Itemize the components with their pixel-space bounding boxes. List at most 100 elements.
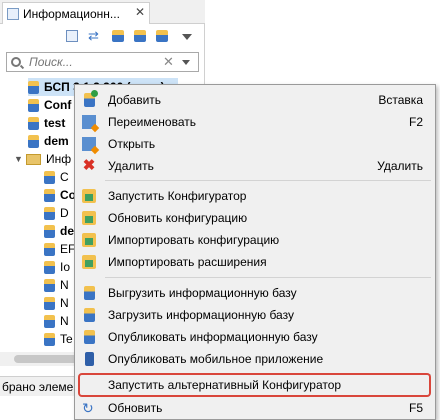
clear-search-icon[interactable]: ✕	[163, 54, 174, 70]
tree-item[interactable]: N	[44, 276, 69, 294]
tab-label: Информационн...	[23, 6, 120, 21]
database-icon	[28, 116, 39, 130]
menu-item-import-extensions[interactable]: Импортировать расширения	[75, 251, 435, 273]
menu-item-label: Обновить	[108, 401, 163, 415]
tree-item-label: de	[60, 224, 75, 238]
tree-item[interactable]: Io	[44, 258, 70, 276]
refresh-icon	[82, 401, 96, 415]
context-menu: Добавить Вставка Переименовать F2 Открыт…	[74, 84, 436, 420]
tree-item[interactable]: Te	[44, 330, 73, 348]
import-icon[interactable]	[134, 30, 146, 42]
tree-item[interactable]: EF	[44, 240, 75, 258]
tree-item-label: N	[60, 314, 69, 328]
mobile-app-icon	[85, 352, 94, 366]
database-icon	[44, 170, 55, 184]
database-icon	[44, 242, 55, 256]
menu-separator	[105, 180, 431, 181]
menu-item-label: Опубликовать мобильное приложение	[108, 352, 324, 366]
settings-database-icon[interactable]	[156, 30, 168, 42]
tree-item[interactable]: Co	[44, 186, 76, 204]
add-database-icon[interactable]	[112, 30, 124, 42]
tree-item-label: C	[60, 170, 69, 184]
database-icon	[44, 206, 55, 220]
close-icon[interactable]: ✕	[135, 5, 145, 19]
database-icon	[44, 278, 55, 292]
menu-item-export-infobase[interactable]: Выгрузить информационную базу	[75, 282, 435, 304]
database-icon	[44, 260, 55, 274]
search-field[interactable]: ✕	[6, 52, 199, 72]
export-infobase-icon	[84, 286, 95, 300]
tree-item-label: Инф	[46, 152, 72, 166]
infobase-tab-icon	[7, 7, 19, 20]
menu-item-label: Обновить конфигурацию	[108, 211, 248, 225]
tree-item[interactable]: N	[44, 294, 69, 312]
menu-item-label: Импортировать расширения	[108, 255, 267, 269]
tree-item[interactable]: C	[44, 168, 69, 186]
tree-item-label: dem	[44, 134, 69, 148]
search-input[interactable]	[27, 54, 157, 70]
tree-item[interactable]: test	[28, 114, 65, 132]
menu-item-rename[interactable]: Переименовать F2	[75, 111, 435, 133]
tree-item-label: N	[60, 296, 69, 310]
tree-item-label: Conf	[44, 98, 72, 112]
menu-item-publish-infobase[interactable]: Опубликовать информационную базу	[75, 326, 435, 348]
search-options-chevron-icon[interactable]	[181, 59, 190, 65]
view-menu-chevron-icon[interactable]	[182, 34, 192, 40]
database-icon	[44, 224, 55, 238]
tree-item-label: Te	[60, 332, 73, 346]
delete-icon	[82, 159, 96, 173]
rename-icon	[82, 115, 96, 129]
menu-item-delete[interactable]: Удалить Удалить	[75, 155, 435, 177]
status-text: брано элемен	[2, 379, 80, 394]
menu-item-label: Запустить Конфигуратор	[108, 189, 247, 203]
tree-item[interactable]: de	[44, 222, 74, 240]
sync-icon[interactable]: ⇄	[88, 29, 100, 42]
menu-item-label: Выгрузить информационную базу	[108, 286, 297, 300]
folder-icon	[26, 153, 41, 165]
tree-folder[interactable]: ▼ Инф	[14, 150, 71, 168]
menu-item-label: Импортировать конфигурацию	[108, 233, 280, 247]
menu-item-label: Открыть	[108, 137, 156, 151]
panel-toolbar: ⇄	[0, 26, 205, 48]
update-config-icon	[82, 211, 96, 225]
database-icon	[44, 188, 55, 202]
open-icon	[82, 137, 96, 151]
tree-item[interactable]: D	[44, 204, 69, 222]
expand-chevron-icon[interactable]: ▼	[14, 154, 24, 164]
menu-item-label: Удалить	[108, 159, 154, 173]
publish-infobase-icon	[84, 330, 95, 344]
tree-item[interactable]: N	[44, 312, 69, 330]
menu-item-add[interactable]: Добавить Вставка	[75, 89, 435, 111]
menu-item-load-infobase[interactable]: Загрузить информационную базу	[75, 304, 435, 326]
collapse-icon[interactable]	[66, 30, 78, 42]
menu-item-label: Добавить	[108, 93, 162, 107]
menu-item-label: Загрузить информационную базу	[108, 308, 294, 322]
database-icon	[28, 134, 39, 148]
menu-item-update-config[interactable]: Обновить конфигурацию	[75, 207, 435, 229]
database-icon	[44, 332, 55, 346]
menu-item-refresh[interactable]: Обновить F5	[75, 397, 435, 419]
configurator-icon	[82, 189, 96, 203]
menu-item-label: Опубликовать информационную базу	[108, 330, 318, 344]
tree-item[interactable]: dem	[28, 132, 69, 150]
menu-item-shortcut: Удалить	[377, 159, 423, 173]
tree-item[interactable]: Conf	[28, 96, 71, 114]
import-extensions-icon	[82, 255, 96, 269]
menu-item-shortcut: F2	[408, 115, 423, 129]
menu-item-run-configurator[interactable]: Запустить Конфигуратор	[75, 185, 435, 207]
database-icon	[44, 296, 55, 310]
menu-item-run-alt-configurator[interactable]: Запустить альтернативный Конфигуратор	[75, 374, 435, 396]
menu-separator	[105, 277, 431, 278]
load-infobase-icon	[84, 308, 95, 322]
menu-item-import-config[interactable]: Импортировать конфигурацию	[75, 229, 435, 251]
tree-item-label: test	[44, 116, 66, 130]
panel-titlebar: Информационн... ✕	[0, 0, 205, 24]
import-config-icon	[82, 233, 96, 247]
add-database-icon	[84, 90, 98, 107]
database-icon	[28, 98, 39, 112]
menu-item-open[interactable]: Открыть	[75, 133, 435, 155]
menu-item-publish-mobile[interactable]: Опубликовать мобильное приложение	[75, 348, 435, 370]
tree-item-label: N	[60, 278, 69, 292]
tree-item-label: Io	[60, 260, 71, 274]
tab-infobases[interactable]: Информационн... ✕	[2, 2, 150, 24]
